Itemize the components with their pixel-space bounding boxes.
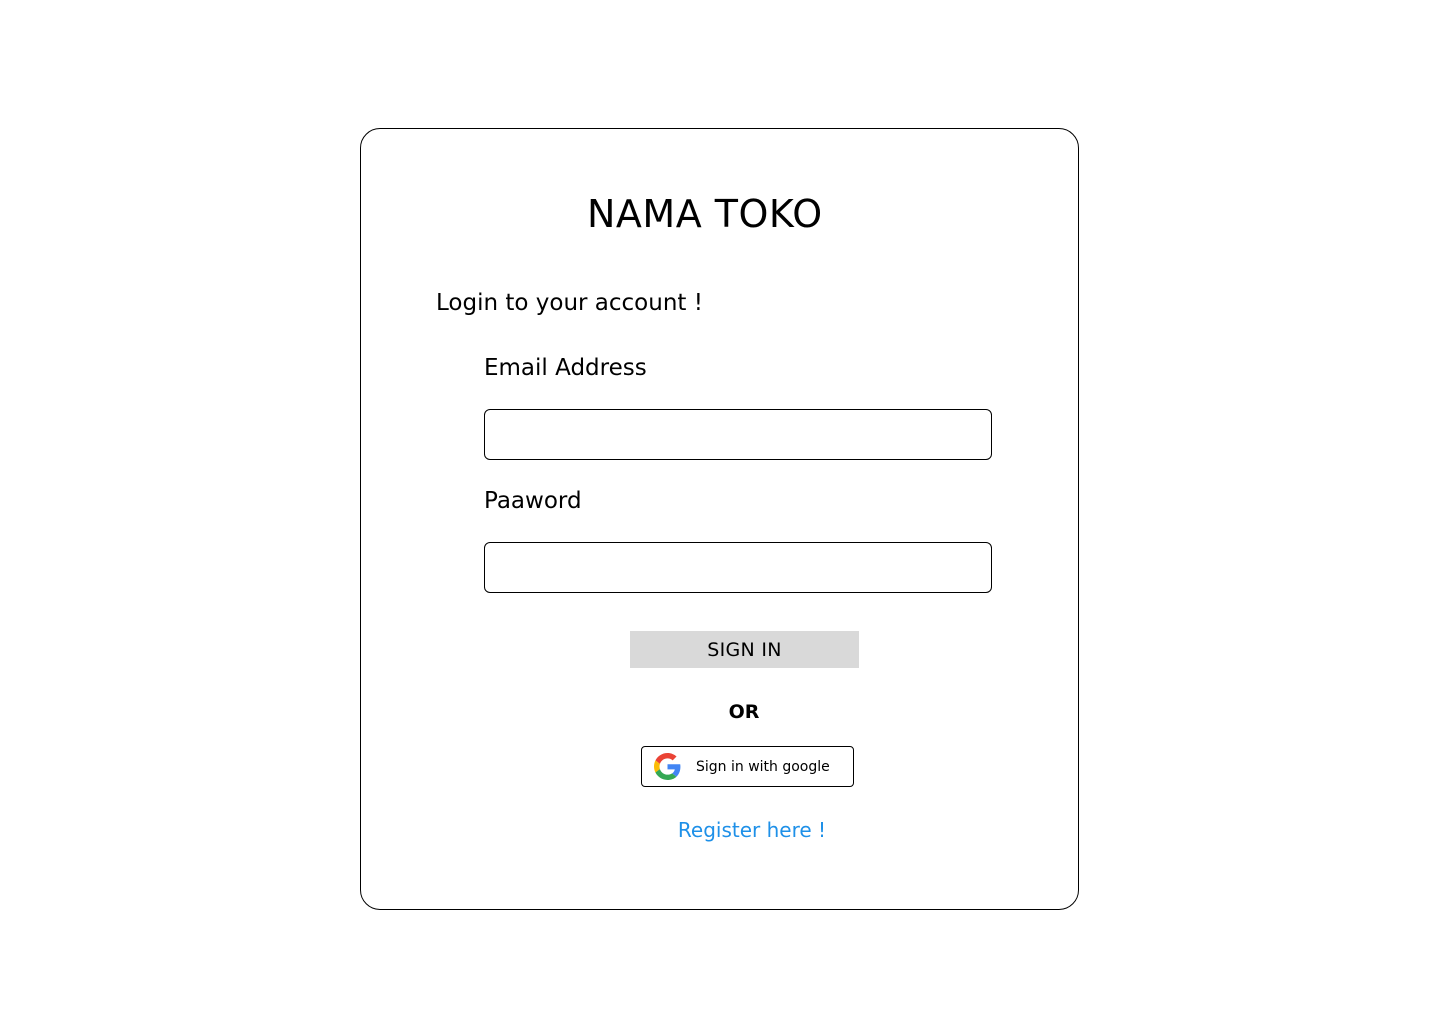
password-field[interactable] xyxy=(484,542,992,593)
or-divider-text: OR xyxy=(728,701,760,723)
google-sign-in-label: Sign in with google xyxy=(696,758,830,775)
register-link[interactable]: Register here ! xyxy=(672,818,832,842)
login-subtitle: Login to your account ! xyxy=(436,290,703,316)
password-label: Paaword xyxy=(484,488,582,514)
store-title: NAMA TOKO xyxy=(587,192,823,236)
store-title-container: NAMA TOKO xyxy=(587,192,827,244)
google-sign-in-button[interactable]: Sign in with google xyxy=(641,746,854,787)
login-card xyxy=(360,128,1079,910)
email-field[interactable] xyxy=(484,409,992,460)
sign-in-button[interactable]: SIGN IN xyxy=(630,631,859,668)
email-label: Email Address xyxy=(484,355,647,381)
google-g-icon xyxy=(654,753,681,780)
